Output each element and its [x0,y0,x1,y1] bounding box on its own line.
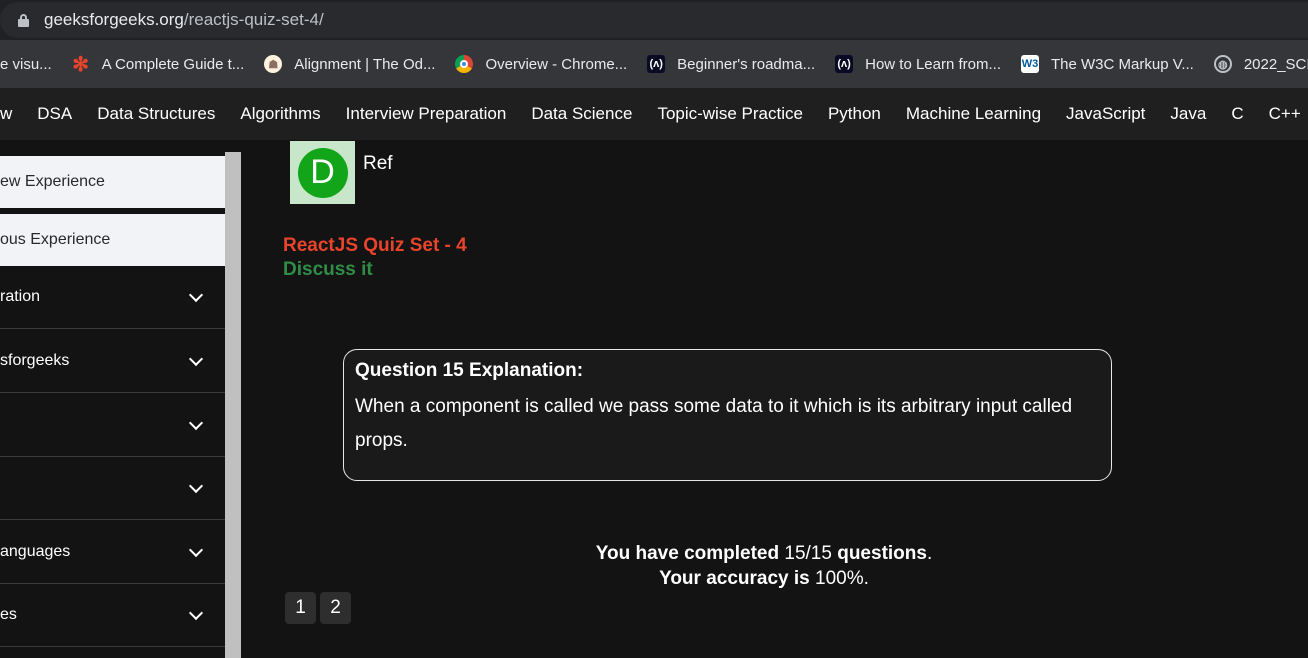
page-button-1[interactable]: 1 [285,592,316,624]
nav-item-data-science[interactable]: Data Science [531,104,632,124]
sidebar-item-geeksforgeeks[interactable]: sforgeeks [0,330,225,393]
discuss-link[interactable]: Discuss it [283,259,373,281]
chevron-down-icon [188,351,204,366]
bookmark-label: e visu... [0,55,52,73]
accuracy-line: Your accuracy is 100%. [659,568,869,589]
sidebar-item-label: ew Experience [0,173,105,190]
bookmark-6[interactable]: (ʌ) How to Learn from... [835,55,1001,73]
bookmark-7[interactable]: W3 The W3C Markup V... [1021,55,1194,73]
nav-item-cpp[interactable]: C++ [1269,104,1301,124]
sidebar-item-interview-experience[interactable]: ew Experience [0,156,225,208]
completed-prefix: You have completed [595,543,780,564]
freecodecamp-icon: (ʌ) [647,55,666,73]
url-domain: geeksforgeeks.org [44,10,184,29]
sidebar-item-previous-experience[interactable]: ous Experience [0,214,225,266]
bookmark-label: Alignment | The Od... [294,55,436,73]
main-area: ew Experience ous Experience ration sfor… [0,140,1308,658]
accuracy-prefix: Your accuracy is [659,568,810,589]
sidebar-item-label: ous Experience [0,231,111,248]
bookmark-label: 2022_SCI_H [1243,55,1308,73]
page-button-2[interactable]: 2 [320,592,351,624]
w3c-icon: W3 [1021,55,1039,73]
sidebar-item-languages[interactable]: anguages [0,521,225,584]
completed-line: You have completed 15/15 questions. [595,543,933,564]
nav-item-machine-learning[interactable]: Machine Learning [906,104,1041,124]
avatar: D [290,141,355,204]
chevron-down-icon [188,542,204,557]
nav-item-topic-wise-practice[interactable]: Topic-wise Practice [657,104,803,124]
bookmarks-bar: e visu... ✻ A Complete Guide t... ☗ Alignm… [0,40,1308,88]
bookmark-label: A Complete Guide t... [101,55,245,73]
avatar-letter: D [297,147,348,198]
nav-item-data-structures[interactable]: Data Structures [97,104,215,124]
pagination: 1 2 [285,592,351,624]
bookmark-label: Beginner's roadma... [677,55,816,73]
sidebar-item-3[interactable] [0,394,225,457]
bookmark-label: Overview - Chrome... [485,55,628,73]
bookmark-2[interactable]: ✻ A Complete Guide t... [72,53,245,76]
nav-item-dsa[interactable]: DSA [37,104,72,124]
sidebar-item-label: es [0,606,17,623]
chevron-down-icon [188,287,204,302]
freecodecamp-icon: (ʌ) [835,55,854,73]
odin-icon: ☗ [264,55,283,73]
nav-item-interview-preparation[interactable]: Interview Preparation [346,104,507,124]
sidebar-item-label: sforgeeks [0,352,70,369]
url-text[interactable]: geeksforgeeks.org/reactjs-quiz-set-4/ [44,10,324,30]
sidebar-scrollbar[interactable] [225,152,241,658]
chevron-down-icon [188,605,204,620]
quiz-title-link[interactable]: ReactJS Quiz Set - 4 [283,235,467,257]
url-path: /reactjs-quiz-set-4/ [183,10,324,29]
bookmark-1[interactable]: e visu... [0,56,52,73]
chrome-icon [455,55,474,73]
nav-item-java[interactable]: Java [1170,104,1206,124]
sidebar-item-es[interactable]: es [0,584,225,647]
chevron-down-icon [188,478,204,493]
bookmark-label: How to Learn from... [865,55,1001,73]
bookmark-3[interactable]: ☗ Alignment | The Od... [264,55,435,73]
nav-item[interactable]: w [0,104,12,124]
ref-label: Ref [363,153,393,174]
quiz-summary: You have completed 15/15 questions. Your… [241,541,1287,591]
completed-value: 15/15 [784,543,832,564]
explanation-box: Question 15 Explanation: When a componen… [343,349,1112,481]
site-nav: w DSA Data Structures Algorithms Intervi… [0,88,1308,140]
explanation-heading: Question 15 Explanation: [355,360,584,381]
accuracy-value: 100% [815,568,864,589]
address-bar[interactable]: geeksforgeeks.org/reactjs-quiz-set-4/ [0,0,1308,40]
asterisk-icon: ✻ [72,53,90,76]
sidebar-item-4[interactable] [0,457,225,520]
sidebar-item-label: anguages [0,543,71,560]
nav-item-python[interactable]: Python [828,104,881,124]
bookmark-4[interactable]: Overview - Chrome... [455,55,627,73]
explanation-text: When a component is called we pass some … [355,396,1073,451]
completed-suffix: questions [837,543,927,564]
sidebar-item-preparation[interactable]: ration [0,266,225,329]
bookmark-label: The W3C Markup V... [1051,55,1194,73]
nav-item-algorithms[interactable]: Algorithms [240,104,320,124]
lock-icon[interactable] [18,14,29,27]
nav-item-c[interactable]: C [1231,104,1243,124]
globe-icon: ◍ [1213,55,1232,73]
sidebar: ew Experience ous Experience ration sfor… [0,152,225,658]
bookmark-8[interactable]: ◍ 2022_SCI_H [1213,55,1308,73]
nav-item-javascript[interactable]: JavaScript [1066,104,1145,124]
chevron-down-icon [188,415,204,430]
bookmark-5[interactable]: (ʌ) Beginner's roadma... [647,55,815,73]
quiz-content: D Ref ReactJS Quiz Set - 4 Discuss it Qu… [241,140,1308,658]
sidebar-item-label: ration [0,288,41,305]
